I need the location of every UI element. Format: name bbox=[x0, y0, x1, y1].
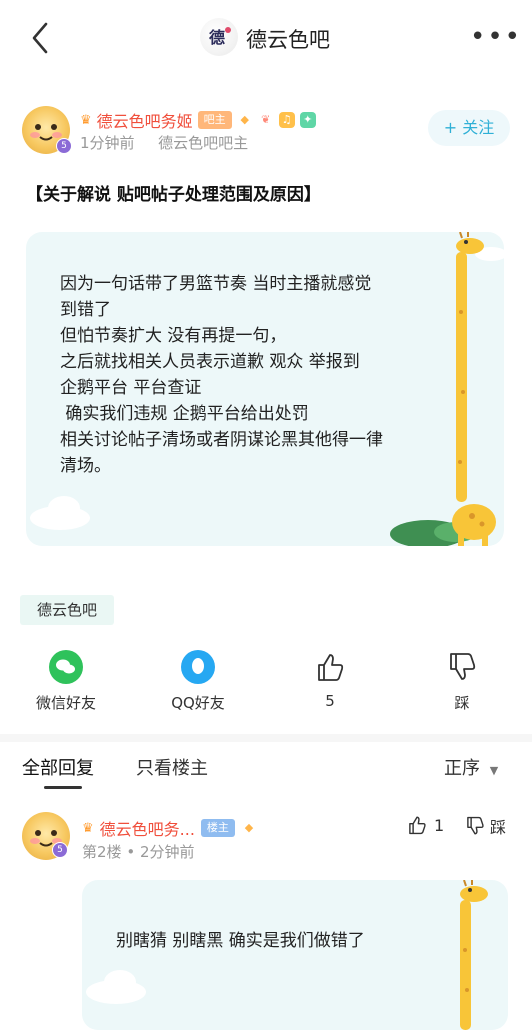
qq-share[interactable]: QQ好友 bbox=[148, 650, 248, 713]
diamond-icon: ◆ bbox=[244, 821, 254, 834]
back-arrow-icon[interactable] bbox=[26, 20, 56, 56]
crown-icon: ♛ bbox=[82, 820, 94, 836]
owner-badge: 楼主 bbox=[200, 819, 235, 837]
thumbs-up-icon bbox=[318, 654, 344, 681]
wechat-share[interactable]: 微信好友 bbox=[16, 650, 116, 713]
crown-icon: ♛ bbox=[80, 112, 92, 128]
tab-owner-only[interactable]: 只看楼主 bbox=[136, 754, 208, 780]
dislike-label: 踩 bbox=[454, 694, 470, 712]
author-role: 德云色吧吧主 bbox=[158, 134, 249, 152]
forum-logo-icon: 德 bbox=[209, 27, 231, 47]
forum-tag[interactable]: 德云色吧 bbox=[20, 595, 114, 625]
reply-floor: 第2楼 bbox=[82, 843, 122, 861]
reply-like-button[interactable]: 1 bbox=[406, 814, 444, 836]
reply-author-line: ♛ 德云色吧务... 楼主 ◆ bbox=[82, 816, 257, 840]
reply-meta: 第2楼 • 2分钟前 bbox=[82, 843, 195, 861]
post-card: 因为一句话带了男篮节奏 当时主播就感觉 到错了 但怕节奏扩大 没有再提一句， 之… bbox=[26, 232, 504, 546]
reply-level-badge: 5 bbox=[52, 842, 68, 858]
reply-dislike-label: 踩 bbox=[490, 818, 507, 837]
reply-card: 别瞎猜 别瞎黑 确实是我们做错了 bbox=[82, 880, 508, 1030]
music-icon: ♫ bbox=[278, 112, 295, 128]
section-divider bbox=[0, 734, 532, 742]
sort-order-select[interactable]: 正序 ▼ bbox=[444, 754, 498, 780]
qq-label: QQ好友 bbox=[171, 694, 225, 712]
post-meta: 1分钟前 德云色吧吧主 bbox=[80, 132, 248, 153]
reply-body: 别瞎猜 别瞎黑 确实是我们做错了 bbox=[116, 931, 365, 951]
tab-underline bbox=[44, 786, 82, 789]
post-title: 【关于解说 贴吧帖子处理范围及原因】 bbox=[26, 185, 321, 205]
level-badge: 5 bbox=[56, 138, 72, 154]
like-count: 5 bbox=[325, 692, 335, 710]
reply-author-name[interactable]: 德云色吧务... bbox=[100, 816, 195, 840]
qq-icon bbox=[181, 650, 215, 684]
reply-time: 2分钟前 bbox=[139, 843, 195, 861]
top-bar: 德 德云色吧 ••• bbox=[0, 0, 532, 76]
giraffe-illustration bbox=[460, 880, 488, 1030]
wechat-icon bbox=[49, 650, 83, 684]
post-time: 1分钟前 bbox=[80, 134, 135, 152]
moderator-badge: 吧主 bbox=[197, 111, 232, 129]
post-body: 因为一句话带了男篮节奏 当时主播就感觉 到错了 但怕节奏扩大 没有再提一句， 之… bbox=[60, 274, 383, 476]
svg-text:德: 德 bbox=[209, 28, 225, 47]
author-name[interactable]: 德云色吧务姬 bbox=[97, 108, 193, 132]
author-line: ♛ 德云色吧务姬 吧主 ◆ ❦ ♫ ✦ bbox=[80, 108, 316, 132]
follow-button[interactable]: + 关注 bbox=[428, 110, 510, 146]
more-dots-icon[interactable]: ••• bbox=[470, 22, 522, 52]
forum-name[interactable]: 德云色吧 bbox=[246, 24, 330, 54]
dislike-button[interactable]: 踩 bbox=[412, 650, 512, 713]
caret-down-icon: ▼ bbox=[489, 764, 499, 777]
cloud-icon bbox=[86, 970, 146, 1004]
forum-logo[interactable]: 德 bbox=[200, 18, 238, 56]
wechat-label: 微信好友 bbox=[35, 694, 96, 712]
thumbs-down-icon bbox=[467, 816, 484, 835]
giraffe-illustration bbox=[390, 232, 504, 546]
reply-dislike-button[interactable]: 踩 bbox=[464, 814, 506, 838]
sort-order-label: 正序 bbox=[444, 758, 480, 779]
star-badge-icon: ✦ bbox=[299, 112, 316, 128]
diamond-icon: ◆ bbox=[240, 113, 249, 126]
thumbs-up-icon bbox=[409, 816, 426, 835]
reply-like-count: 1 bbox=[434, 815, 445, 835]
cloud-icon bbox=[30, 496, 90, 530]
like-button[interactable]: 5 bbox=[280, 650, 380, 710]
tab-all-replies[interactable]: 全部回复 bbox=[22, 754, 94, 780]
thumbs-down-icon bbox=[450, 653, 476, 680]
heart-icon: ❦ bbox=[261, 113, 271, 126]
